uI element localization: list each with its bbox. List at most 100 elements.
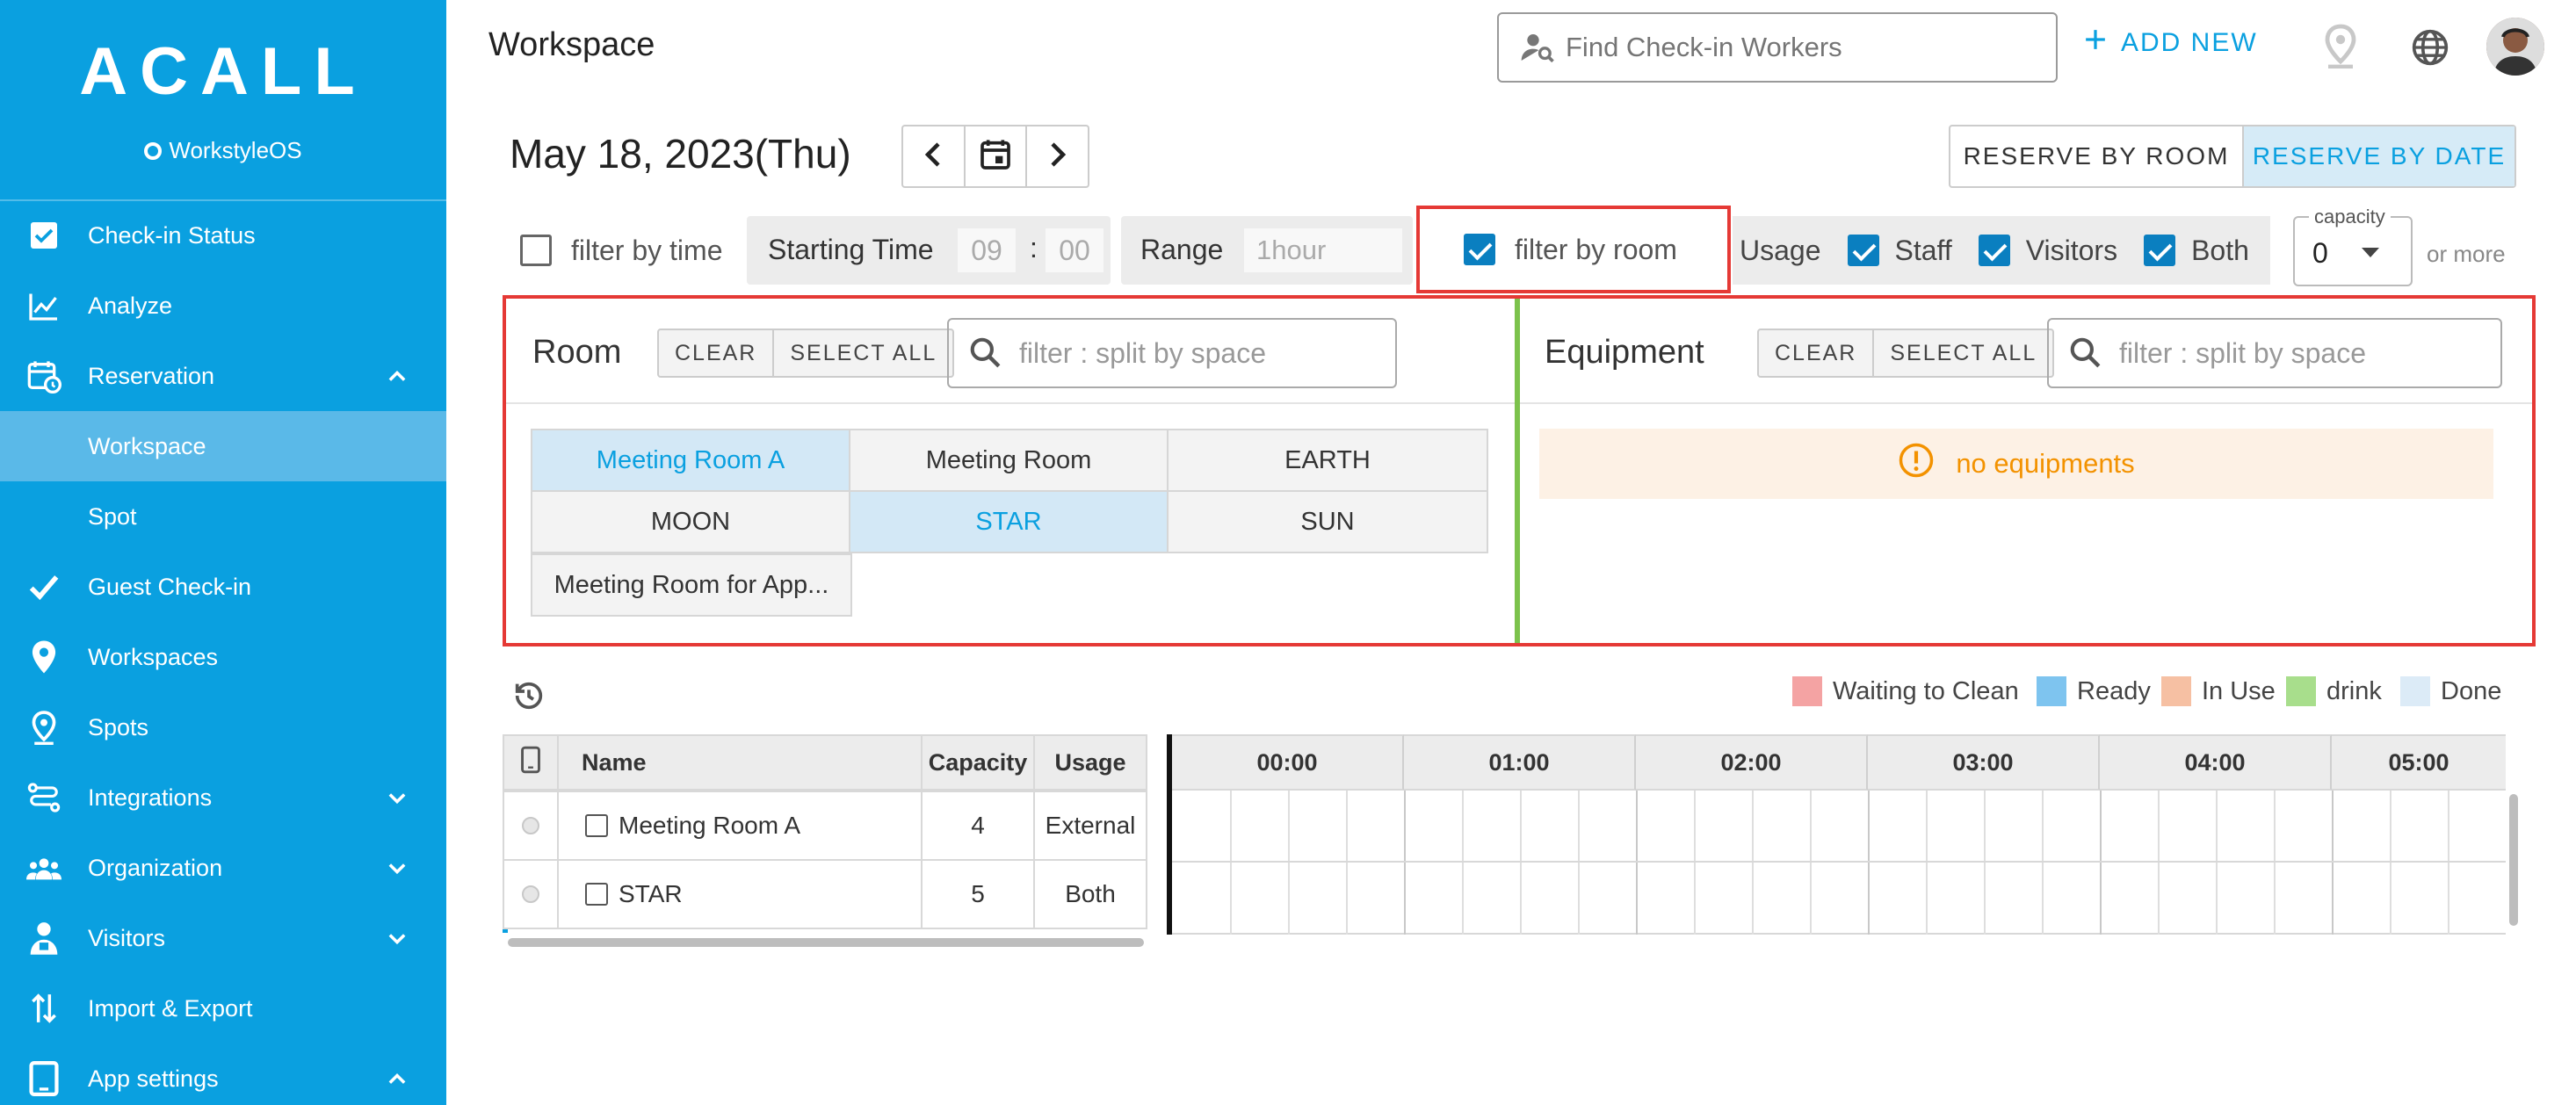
radio-icon: [522, 885, 539, 903]
row-radio[interactable]: [503, 859, 559, 929]
timeline-slot-line: [1752, 791, 1754, 935]
name-column-header[interactable]: Name: [557, 734, 923, 791]
usage-visitors-checkbox[interactable]: [1978, 235, 2010, 266]
legend-swatch: [2161, 676, 2191, 706]
globe-icon[interactable]: [2411, 28, 2453, 77]
capacity-column-header[interactable]: Capacity: [921, 734, 1035, 791]
equipment-select-all-button[interactable]: SELECT ALL: [1874, 330, 2052, 376]
sidebar-item-import-export[interactable]: Import & Export: [0, 973, 446, 1044]
current-time-line: [1167, 734, 1172, 935]
search-icon: [968, 336, 1003, 371]
horizontal-scrollbar[interactable]: [508, 938, 1144, 947]
start-hour-input[interactable]: 09: [958, 228, 1016, 272]
usage-both-option[interactable]: Both: [2144, 235, 2249, 267]
timeline-slot-line: [2274, 791, 2276, 935]
reserve-by-room-button[interactable]: RESERVE BY ROOM: [1950, 126, 2244, 186]
equipment-header-divider: [1520, 402, 2532, 404]
sidebar-item-workspaces[interactable]: Workspaces: [0, 622, 446, 692]
table-row-name: STAR: [557, 859, 923, 929]
timeline-grid[interactable]: [1172, 791, 2506, 935]
chevron-down-icon: [385, 856, 409, 880]
sidebar-item-label: Spots: [88, 713, 149, 740]
sidebar-item-spots[interactable]: Spots: [0, 692, 446, 762]
sidebar-item-guest-check-in[interactable]: Guest Check-in: [0, 552, 446, 622]
time-header: 04:00: [2100, 734, 2332, 791]
filter-by-room-checkbox[interactable]: [1464, 234, 1495, 265]
next-date-button[interactable]: [1027, 126, 1088, 186]
refresh-history-icon[interactable]: [511, 678, 546, 713]
room-option-moon[interactable]: MOON: [531, 490, 850, 553]
range-input[interactable]: 1hour: [1244, 228, 1402, 272]
room-filter-placeholder: filter : split by space: [1019, 336, 1266, 369]
sidebar-item-spot[interactable]: Spot: [0, 481, 446, 552]
add-new-button[interactable]: ADD NEW: [2084, 28, 2258, 58]
room-option-star[interactable]: STAR: [849, 490, 1169, 553]
filter-by-room-toggle[interactable]: filter by room: [1416, 206, 1731, 293]
search-check-in-workers[interactable]: [1497, 12, 2058, 83]
filter-by-time-toggle[interactable]: filter by time: [520, 216, 722, 285]
sidebar-item-visitors[interactable]: Visitors: [0, 903, 446, 973]
sidebar-item-organization[interactable]: Organization: [0, 833, 446, 903]
time-header: 02:00: [1636, 734, 1868, 791]
usage-staff-checkbox[interactable]: [1847, 235, 1879, 266]
start-minute-input[interactable]: 00: [1046, 228, 1103, 272]
panel-divider: [1515, 299, 1520, 643]
timeline-slot-line: [2332, 791, 2334, 935]
location-icon[interactable]: [2323, 23, 2365, 72]
timeline-slot-line: [1288, 791, 1290, 935]
room-filter-input[interactable]: filter : split by space: [947, 318, 1397, 388]
no-equipments-alert: no equipments: [1539, 429, 2493, 499]
usage-staff-option[interactable]: Staff: [1847, 234, 1952, 267]
legend-swatch: [2400, 676, 2430, 706]
search-input[interactable]: [1566, 32, 2022, 63]
room-option-meeting-room[interactable]: Meeting Room: [849, 429, 1169, 492]
sidebar-item-check-in-status[interactable]: Check-in Status: [0, 200, 446, 271]
row-radio[interactable]: [503, 791, 559, 861]
room-clear-button[interactable]: CLEAR: [659, 330, 775, 376]
calendar-button[interactable]: [966, 126, 1028, 186]
usage-visitors-option[interactable]: Visitors: [1978, 234, 2118, 267]
previous-date-button[interactable]: [903, 126, 966, 186]
sidebar-item-reservation[interactable]: Reservation: [0, 341, 446, 411]
sidebar: ACALL WorkstyleOS Check-in Status Analyz…: [0, 0, 446, 1105]
room-button-group: CLEAR SELECT ALL: [657, 329, 955, 378]
no-equipments-text: no equipments: [1956, 448, 2135, 479]
timeline-slot-line: [1810, 791, 1812, 935]
capacity-select[interactable]: capacity 0: [2293, 206, 2413, 286]
usage-both-checkbox[interactable]: [2144, 235, 2176, 266]
reserve-by-date-button[interactable]: RESERVE BY DATE: [2244, 126, 2514, 186]
row-checkbox[interactable]: [585, 883, 608, 906]
vertical-scrollbar[interactable]: [2509, 794, 2518, 926]
sidebar-item-integrations[interactable]: Integrations: [0, 762, 446, 833]
room-option-meeting-room-for-app[interactable]: Meeting Room for App...: [531, 553, 852, 617]
room-select-all-button[interactable]: SELECT ALL: [774, 330, 952, 376]
sidebar-item-label: Visitors: [88, 924, 166, 951]
room-option-earth[interactable]: EARTH: [1167, 429, 1488, 492]
equipment-filter-placeholder: filter : split by space: [2119, 336, 2366, 369]
table-row-usage: Both: [1033, 859, 1147, 929]
time-colon: :: [1030, 232, 1038, 264]
usage-staff-label: Staff: [1894, 234, 1952, 266]
chevron-down-icon: [385, 926, 409, 950]
visitor-icon: [26, 921, 62, 956]
usage-column-header[interactable]: Usage: [1033, 734, 1147, 791]
filter-by-time-checkbox[interactable]: [520, 235, 552, 266]
equipment-title: Equipment: [1545, 334, 1704, 371]
tablet-icon: [520, 746, 541, 780]
sidebar-item-workspace[interactable]: Workspace: [0, 411, 446, 481]
capacity-label: capacity: [2309, 206, 2391, 228]
row-checkbox[interactable]: [585, 814, 608, 837]
equipment-filter-input[interactable]: filter : split by space: [2047, 318, 2502, 388]
time-header: 03:00: [1868, 734, 2100, 791]
user-avatar[interactable]: [2486, 18, 2544, 76]
room-option-sun[interactable]: SUN: [1167, 490, 1488, 553]
usage-visitors-label: Visitors: [2025, 234, 2118, 266]
room-option-meeting-room-a[interactable]: Meeting Room A: [531, 429, 850, 492]
sidebar-item-app-settings[interactable]: App settings: [0, 1044, 446, 1105]
sidebar-item-label: Import & Export: [88, 994, 253, 1022]
people-icon: [26, 850, 62, 885]
table-row-capacity: 4: [921, 791, 1035, 861]
calendar-clock-icon: [26, 358, 62, 394]
equipment-clear-button[interactable]: CLEAR: [1759, 330, 1875, 376]
sidebar-item-analyze[interactable]: Analyze: [0, 271, 446, 341]
